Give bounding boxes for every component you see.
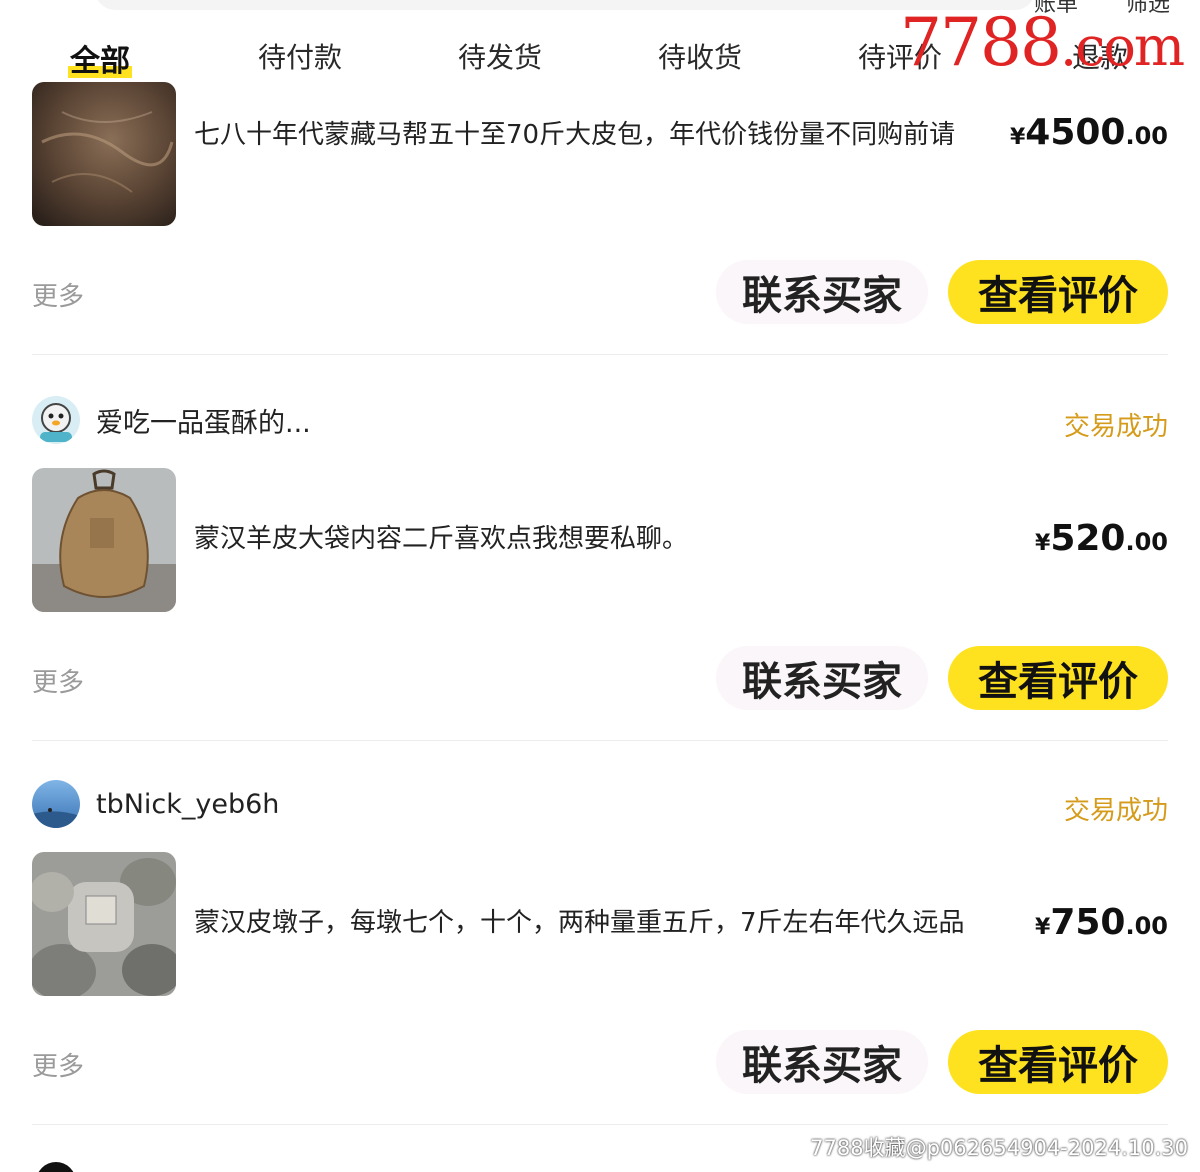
tab-pending-payment[interactable]: 待付款 <box>258 36 342 76</box>
seller-avatar <box>32 396 80 444</box>
tab-pending-shipment[interactable]: 待发货 <box>458 36 542 76</box>
view-review-button[interactable]: 查看评价 <box>948 260 1168 324</box>
divider <box>32 354 1168 355</box>
price-decimal: .00 <box>1125 122 1168 150</box>
price-decimal: .00 <box>1125 912 1168 940</box>
tab-label: 待收货 <box>657 41 743 74</box>
more-link[interactable]: 更多 <box>32 662 84 699</box>
price-integer: 750 <box>1050 902 1126 943</box>
product-title[interactable]: 蒙汉皮墩子，每墩七个，十个，两种量重五斤，7斤左右年代久远品 <box>194 902 1034 944</box>
order-status: 交易成功 <box>1063 412 1168 442</box>
seller-row[interactable]: tbNick_yeb6h <box>32 780 279 828</box>
contact-buyer-button[interactable]: 联系买家 <box>716 646 928 710</box>
product-thumbnail[interactable] <box>32 82 176 226</box>
footer-watermark: 7788收藏@p062654904-2024.10.30 <box>810 1136 1188 1160</box>
price-currency: ¥ <box>1035 915 1051 940</box>
product-thumbnail[interactable] <box>32 468 176 612</box>
product-price: ¥4500.00 <box>1010 112 1168 153</box>
more-link[interactable]: 更多 <box>32 276 84 313</box>
divider <box>32 1124 1168 1125</box>
price-decimal: .00 <box>1125 528 1168 556</box>
product-price: ¥750.00 <box>1035 902 1168 943</box>
tab-label: 全部 <box>70 44 130 79</box>
divider <box>32 740 1168 741</box>
seller-avatar <box>36 1162 76 1172</box>
view-review-button[interactable]: 查看评价 <box>948 646 1168 710</box>
product-thumbnail[interactable] <box>32 852 176 996</box>
site-watermark-logo: 7788.com <box>900 10 1185 78</box>
view-review-button[interactable]: 查看评价 <box>948 1030 1168 1094</box>
price-integer: 4500 <box>1025 112 1126 153</box>
watermark-brand: 7788 <box>900 4 1062 81</box>
price-currency: ¥ <box>1035 531 1051 556</box>
contact-buyer-button[interactable]: 联系买家 <box>716 1030 928 1094</box>
seller-row[interactable]: 爱吃一品蛋酥的... <box>32 396 311 444</box>
search-bar[interactable] <box>95 0 1035 10</box>
more-link[interactable]: 更多 <box>32 1046 84 1083</box>
order-status: 交易成功 <box>1063 796 1168 826</box>
order-card: tbNick_yeb6h 交易成功 蒙汉皮墩子，每墩七个，十个，两种量重五斤，7… <box>32 780 1168 1110</box>
order-card: 七八十年代蒙藏马帮五十至70斤大皮包，年代价钱份量不同购前请 ¥4500.00 … <box>32 82 1168 352</box>
order-card: 爱吃一品蛋酥的... 交易成功 蒙汉羊皮大袋内容二斤喜欢点我想要私聊。 ¥520… <box>32 396 1168 726</box>
tab-label: 待发货 <box>457 41 543 74</box>
contact-buyer-button[interactable]: 联系买家 <box>716 260 928 324</box>
product-title[interactable]: 七八十年代蒙藏马帮五十至70斤大皮包，年代价钱份量不同购前请 <box>194 114 994 156</box>
seller-name: tbNick_yeb6h <box>96 788 280 820</box>
tab-label: 待付款 <box>257 41 343 74</box>
price-currency: ¥ <box>1009 125 1026 150</box>
product-price: ¥520.00 <box>1035 518 1168 559</box>
seller-name: 爱吃一品蛋酥的... <box>96 407 311 439</box>
tab-pending-receipt[interactable]: 待收货 <box>658 36 742 76</box>
price-integer: 520 <box>1050 518 1126 559</box>
tab-all[interactable]: 全部 <box>68 36 132 80</box>
product-title[interactable]: 蒙汉羊皮大袋内容二斤喜欢点我想要私聊。 <box>194 518 1014 560</box>
seller-avatar <box>32 780 80 828</box>
watermark-suffix: .com <box>1059 15 1185 78</box>
